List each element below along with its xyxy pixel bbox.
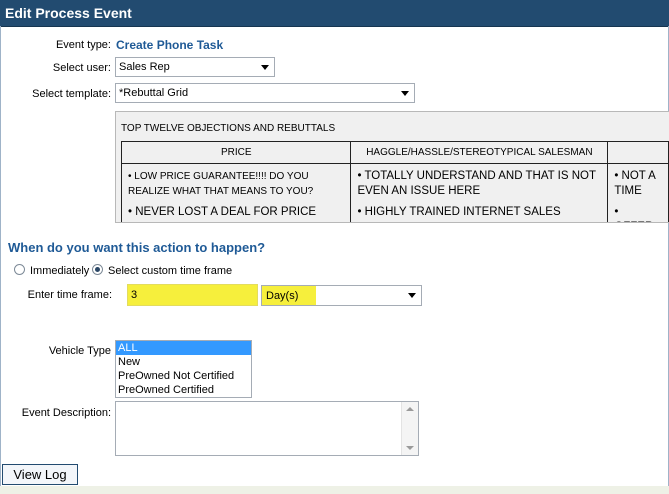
column-header-haggle: HAGGLE/HASSLE/STEREOTYPICAL SALESMAN [350, 141, 609, 164]
radio-immediately[interactable] [14, 264, 25, 275]
vehicle-type-listbox[interactable]: ALL New PreOwned Not Certified PreOwned … [115, 340, 252, 398]
time-frame-label: Enter time frame: [27, 289, 112, 301]
template-preview[interactable]: TOP TWELVE OBJECTIONS AND REBUTTALS PRIC… [115, 111, 669, 223]
select-template-dropdown[interactable]: *Rebuttal Grid [115, 83, 415, 103]
list-item[interactable]: ALL [116, 341, 251, 355]
event-description-label: Event Description: [21, 407, 111, 419]
list-item: • NEVER LOST A DEAL FOR PRICE [128, 206, 317, 218]
select-user-value: Sales Rep [119, 61, 170, 73]
time-unit-dropdown[interactable]: Day(s) [261, 285, 422, 306]
template-heading: TOP TWELVE OBJECTIONS AND REBUTTALS [121, 123, 336, 134]
list-item[interactable]: PreOwned Not Certified [116, 369, 251, 383]
event-description-textarea[interactable] [115, 401, 419, 456]
table-cell: • TOTALLY UNDERSTAND AND THAT IS NOT EVE… [350, 163, 609, 222]
event-type-value: Create Phone Task [116, 38, 224, 52]
bottom-bar [0, 486, 669, 494]
list-item[interactable]: PreOwned Certified [116, 383, 251, 397]
radio-custom-time-frame-label[interactable]: Select custom time frame [108, 265, 232, 277]
time-unit-value: Day(s) [266, 290, 299, 302]
vehicle-type-label: Vehicle Type [48, 345, 111, 357]
list-item[interactable]: New [116, 355, 251, 369]
select-template-label: Select template: [32, 88, 111, 100]
list-item: • HIGHLY TRAINED INTERNET SALES [357, 206, 561, 218]
column-header-price: PRICE [120, 141, 352, 164]
table-cell: • NOT A TIME • OFFER [607, 163, 669, 222]
list-item: • OFFER [614, 206, 653, 222]
list-item: • LOW PRICE GUARANTEE!!!! DO YOU REALIZE… [128, 171, 314, 197]
objections-table: PRICE HAGGLE/HASSLE/STEREOTYPICAL SALESM… [120, 141, 669, 222]
dialog-title: Edit Process Event [5, 5, 132, 21]
frame-border-left [0, 26, 1, 494]
table-cell: • LOW PRICE GUARANTEE!!!! DO YOU REALIZE… [120, 163, 352, 222]
chevron-down-icon[interactable] [257, 59, 273, 75]
view-log-button[interactable]: View Log [2, 464, 78, 485]
timing-section-title: When do you want this action to happen? [8, 240, 266, 255]
select-user-label: Select user: [52, 62, 111, 74]
select-template-value: *Rebuttal Grid [119, 87, 189, 99]
list-item: • NOT A TIME [614, 170, 656, 197]
column-header-third [607, 141, 669, 164]
chevron-down-icon[interactable] [397, 85, 413, 101]
dialog-title-bar: Edit Process Event [0, 0, 669, 27]
radio-immediately-label[interactable]: Immediately [30, 265, 89, 277]
time-frame-value: 3 [131, 289, 138, 301]
radio-custom-time-frame[interactable] [92, 264, 103, 275]
list-item: • TOTALLY UNDERSTAND AND THAT IS NOT EVE… [357, 170, 596, 197]
event-type-label: Event type: [55, 39, 111, 51]
scrollbar[interactable] [401, 402, 418, 455]
select-user-dropdown[interactable]: Sales Rep [115, 57, 275, 77]
time-frame-input[interactable]: 3 [127, 284, 258, 306]
chevron-down-icon[interactable] [404, 287, 420, 304]
